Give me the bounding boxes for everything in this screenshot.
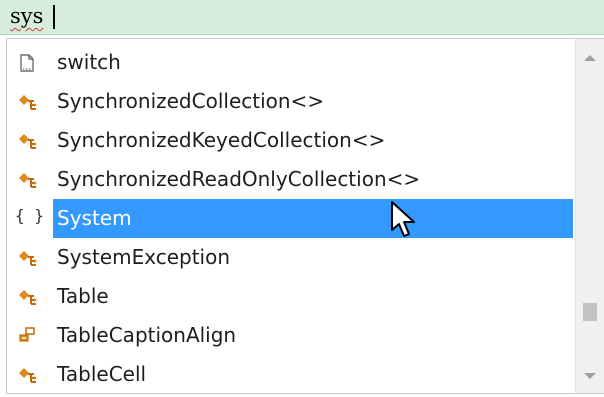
snippet-icon xyxy=(17,53,37,73)
vertical-scrollbar[interactable] xyxy=(575,39,604,393)
list-item-label: SynchronizedReadOnlyCollection<> xyxy=(57,167,421,191)
class-icon xyxy=(17,92,37,112)
namespace-icon: { } xyxy=(15,206,44,225)
editor-current-line[interactable]: sys xyxy=(0,0,604,35)
list-item-label: SynchronizedCollection<> xyxy=(57,89,325,113)
list-item-synchronizedreadonlycollection[interactable]: SynchronizedReadOnlyCollection<> xyxy=(7,160,575,199)
class-icon xyxy=(17,365,37,385)
scroll-down-arrow-icon[interactable] xyxy=(584,373,596,379)
list-item-tablecell[interactable]: TableCell xyxy=(7,355,575,394)
scrollbar-thumb[interactable] xyxy=(583,303,597,321)
list-item-system[interactable]: { } System xyxy=(7,199,575,238)
list-item-label: switch xyxy=(57,50,121,74)
list-item-switch[interactable]: switch xyxy=(7,43,575,82)
list-item-synchronizedcollection[interactable]: SynchronizedCollection<> xyxy=(7,82,575,121)
list-item-systemexception[interactable]: SystemException xyxy=(7,238,575,277)
intellisense-completion-list[interactable]: switch SynchronizedCollection<> Synchron… xyxy=(6,38,604,394)
class-icon xyxy=(17,170,37,190)
enum-icon xyxy=(17,326,37,346)
class-icon xyxy=(17,248,37,268)
mouse-pointer-icon xyxy=(391,201,415,237)
list-item-table[interactable]: Table xyxy=(7,277,575,316)
list-item-synchronizedkeyedcollection[interactable]: SynchronizedKeyedCollection<> xyxy=(7,121,575,160)
list-item-label: SystemException xyxy=(57,245,231,269)
list-item-label: Table xyxy=(57,284,109,308)
class-icon xyxy=(17,287,37,307)
class-icon xyxy=(17,131,37,151)
scroll-up-arrow-icon[interactable] xyxy=(584,55,596,61)
list-item-label: System xyxy=(57,206,132,230)
list-item-label: SynchronizedKeyedCollection<> xyxy=(57,128,386,152)
list-item-label: TableCaptionAlign xyxy=(57,323,237,347)
text-caret xyxy=(53,5,55,29)
list-item-label: TableCell xyxy=(57,362,147,386)
typed-text[interactable]: sys xyxy=(10,3,43,29)
list-item-tablecaptionalign[interactable]: TableCaptionAlign xyxy=(7,316,575,355)
completion-items: switch SynchronizedCollection<> Synchron… xyxy=(7,39,575,395)
